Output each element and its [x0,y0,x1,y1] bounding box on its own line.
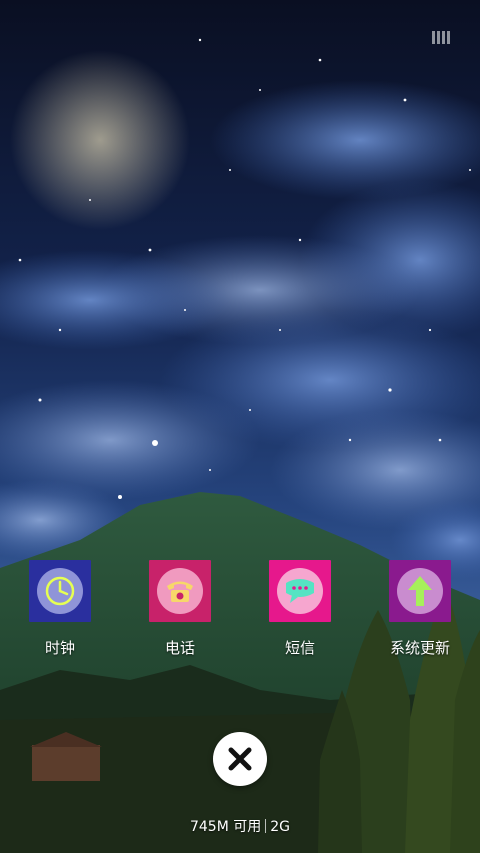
separator [265,819,267,833]
battery-icon [432,31,450,44]
app-label: 时钟 [44,639,75,657]
message-icon [277,568,323,614]
clock-app-icon [29,560,91,622]
update-icon [397,568,443,614]
wallpaper [0,0,480,853]
app-clock[interactable]: 时钟 [0,560,120,658]
clear-all-button[interactable] [213,732,267,786]
messages-app-icon [269,560,331,622]
phone-icon [157,568,203,614]
phone-app-icon [149,560,211,622]
app-phone[interactable]: 电话 [120,560,240,658]
app-system-update[interactable]: 系统更新 [360,560,480,658]
memory-available: 745M 可用 [189,819,262,835]
app-label: 短信 [284,639,315,657]
recent-apps: 时钟 电话 短信 系统更新 [0,560,480,670]
close-icon [228,747,252,771]
app-label: 系统更新 [389,639,450,657]
memory-info: 745M 可用 2G [0,816,480,836]
app-messages[interactable]: 短信 [240,560,360,658]
network-type: 2G [270,819,291,835]
update-app-icon [389,560,451,622]
clock-icon [37,568,83,614]
app-label: 电话 [164,639,195,657]
